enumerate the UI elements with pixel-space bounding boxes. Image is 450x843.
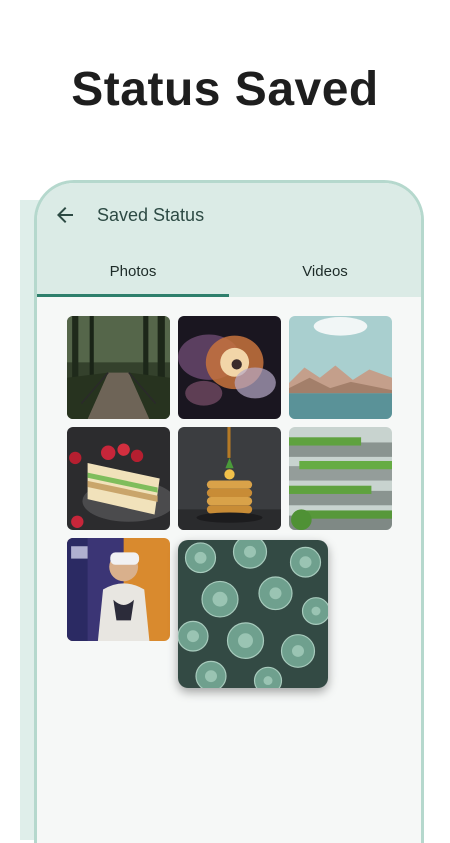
- selected-tab-indicator: [37, 294, 229, 297]
- back-arrow-icon[interactable]: [53, 203, 77, 227]
- mountain-sea-photo[interactable]: [289, 316, 392, 419]
- page-headline: Status Saved: [71, 63, 379, 116]
- vr-headset-person-photo[interactable]: [67, 538, 170, 641]
- forest-bridge-photo[interactable]: [67, 316, 170, 419]
- phone-frame: Saved Status Photos Videos: [34, 180, 424, 843]
- green-terrace-building-photo[interactable]: [289, 427, 392, 530]
- tab-videos[interactable]: Videos: [229, 263, 421, 280]
- app-title: Saved Status: [97, 205, 205, 225]
- tab-photos[interactable]: Photos: [37, 263, 229, 280]
- pancake-stack-photo[interactable]: [178, 427, 281, 530]
- app-bar: Saved Status Photos Videos: [37, 183, 421, 297]
- succulent-plants-photo[interactable]: [178, 540, 328, 688]
- strawberry-cake-photo[interactable]: [67, 427, 170, 530]
- colorful-smoke-photo[interactable]: [178, 316, 281, 419]
